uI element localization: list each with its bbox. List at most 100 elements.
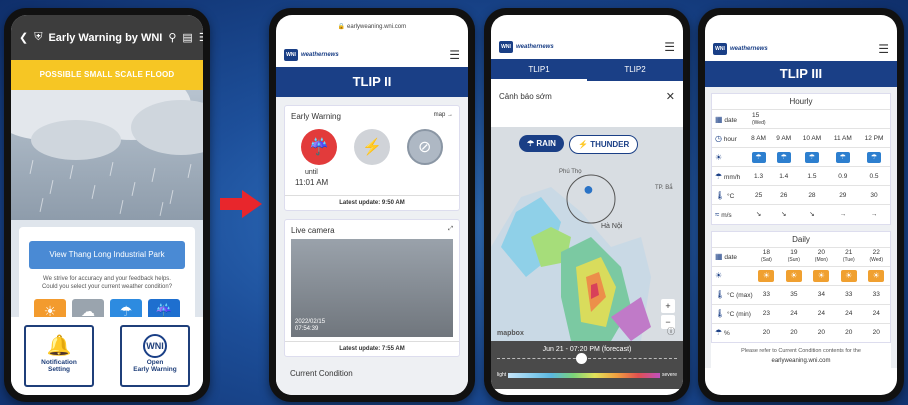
wni-logo-icon: WNI xyxy=(122,333,188,359)
url-bar[interactable]: 🔒 earlyweaning.wni.com xyxy=(276,15,468,43)
hour-row-label: ◷ hour xyxy=(712,128,746,148)
weathernews-logo[interactable]: WNI weathernews xyxy=(499,41,554,53)
menu-icon[interactable]: ☰ xyxy=(664,40,675,54)
place-label: Phú Thọ xyxy=(559,169,582,175)
forecast-body: Hourly ▦ date 15 (Wed) ◷ hour 8 AM 9 AM 1… xyxy=(705,87,897,368)
document-icon[interactable]: ▤ xyxy=(182,31,192,44)
pct-cell: 20 xyxy=(780,322,808,342)
max-row-label: 🌡 °C (max) xyxy=(712,284,753,304)
location-pin-icon: ● xyxy=(583,179,594,199)
sun-cloud-icon: ☀ xyxy=(758,269,775,282)
camera-image[interactable]: 2022/02/15 07:54:39 xyxy=(291,239,453,337)
site-tabs: TLIP1 TLIP2 xyxy=(491,59,683,81)
menu-icon[interactable]: ☰ xyxy=(878,42,889,56)
rain-icon: ☂ xyxy=(751,151,766,163)
bell-icon: 🔔 xyxy=(46,335,72,357)
live-camera-update: Latest update: 7:55 AM xyxy=(285,341,459,356)
weathernews-logo[interactable]: WNI weathernews xyxy=(713,43,768,55)
close-icon[interactable]: ✕ xyxy=(666,90,675,103)
weathernews-logo[interactable]: WNI weathernews xyxy=(284,49,339,61)
notification-setting-button[interactable]: 🔔 Notification Setting xyxy=(24,325,94,387)
pct-cell: 20 xyxy=(752,322,781,342)
app-screen: ❮ ⛨ Early Warning by WNI ⚲ ▤ ☰ POSSIBLE … xyxy=(11,15,203,395)
timeline-slider[interactable] xyxy=(497,353,677,368)
sun-icon: ☀ xyxy=(715,271,723,280)
pct-cell: 20 xyxy=(862,322,890,342)
tab-tlip1[interactable]: TLIP1 xyxy=(491,59,587,81)
place-label: TP. Bắ xyxy=(655,185,673,191)
hour-cell: 11 AM xyxy=(827,128,859,148)
setting-label: Setting xyxy=(47,366,71,373)
timeline-handle[interactable] xyxy=(576,353,588,364)
daily-date: 19 (Sun) xyxy=(780,246,808,266)
umbrella-icon: ☂ xyxy=(715,328,723,338)
temp-cell: 30 xyxy=(858,185,890,205)
max-cell: 33 xyxy=(752,284,781,304)
hour-cell: 10 AM xyxy=(796,128,828,148)
rain-icon: ☂ xyxy=(867,151,882,163)
min-cell: 24 xyxy=(780,303,808,323)
notification-label: Notification xyxy=(41,359,77,366)
info-icon[interactable]: ⓘ xyxy=(667,326,675,337)
search-icon[interactable]: ⚲ xyxy=(168,31,176,44)
app-title: Early Warning by WNI xyxy=(48,31,163,44)
forecast-timeline: Jun 21 - 07:20 PM (forecast) light sever… xyxy=(491,341,683,389)
wind-icon: ≈ xyxy=(715,209,720,219)
expand-icon[interactable]: ⤢ xyxy=(448,226,453,235)
min-cell: 24 xyxy=(862,303,890,323)
phone-early-warning-app: ❮ ⛨ Early Warning by WNI ⚲ ▤ ☰ POSSIBLE … xyxy=(4,8,210,402)
mmh-cell: 1.3 xyxy=(746,166,772,186)
hourly-table: Hourly ▦ date 15 (Wed) ◷ hour 8 AM 9 AM 1… xyxy=(711,93,891,225)
hourly-date: 15 (Wed) xyxy=(746,109,890,129)
back-icon[interactable]: ❮ xyxy=(19,31,28,44)
rain-toggle-button[interactable]: ☂ RAIN xyxy=(519,135,564,152)
thunder-toggle-button[interactable]: ⚡ THUNDER xyxy=(569,135,639,154)
live-camera-heading: Live camera xyxy=(291,226,335,235)
zoom-in-button[interactable]: + xyxy=(661,299,675,313)
sun-icon: ☀ xyxy=(715,152,723,162)
min-cell: 24 xyxy=(807,303,836,323)
page-title: TLIP III xyxy=(705,61,897,87)
min-cell: 23 xyxy=(752,303,781,323)
max-cell: 35 xyxy=(780,284,808,304)
mmh-row-label: ☂ mm/h xyxy=(712,166,746,186)
menu-icon[interactable]: ☰ xyxy=(449,48,460,62)
map-link[interactable]: map → xyxy=(434,112,453,121)
temp-cell: 28 xyxy=(796,185,828,205)
open-early-warning-button[interactable]: WNI Open Early Warning xyxy=(120,325,190,387)
footer-url[interactable]: earlyweaning.wni.com xyxy=(711,356,891,368)
warning-icons: ☔ ⚡ ⊘ xyxy=(285,125,459,169)
mmh-cell: 0.9 xyxy=(827,166,859,186)
view-park-button[interactable]: View Thang Long Industrial Park xyxy=(29,241,185,269)
site-header: WNI weathernews ☰ xyxy=(276,43,468,67)
hour-cell: 8 AM xyxy=(746,128,772,148)
place-label: Hà Nội xyxy=(601,223,623,230)
wind-cell: ↘ xyxy=(771,204,797,224)
max-cell: 34 xyxy=(807,284,836,304)
mapbox-logo: mapbox xyxy=(497,330,524,337)
phone-tlip3: WNI weathernews ☰ TLIP III Hourly ▦ date … xyxy=(698,8,904,402)
rain-radar-overlay xyxy=(491,174,651,341)
until-label: until xyxy=(305,169,318,176)
menu-icon[interactable]: ☰ xyxy=(199,31,203,44)
sun-cloud-icon: ☀ xyxy=(868,269,885,282)
site-header: WNI weathernews ☰ xyxy=(705,37,897,61)
legend-scale xyxy=(508,372,660,378)
early-warning-update: Latest update: 9:50 AM xyxy=(285,195,459,210)
pct-cell: 20 xyxy=(807,322,836,342)
phone-tlip2: 🔒 earlyweaning.wni.com WNI weathernews ☰ … xyxy=(269,8,475,402)
radar-map[interactable]: ☂ RAIN ⚡ THUNDER ● Phú Thọ Hà Nội TP. Bắ… xyxy=(491,127,683,341)
sun-cloud-icon: ☀ xyxy=(785,269,802,282)
feedback-text-1: We strive for accuracy and your feedback… xyxy=(43,276,171,282)
tlip3-screen: WNI weathernews ☰ TLIP III Hourly ▦ date … xyxy=(705,15,897,395)
temp-row-label: 🌡 °C xyxy=(712,185,746,205)
flood-banner: POSSIBLE SMALL SCALE FLOOD xyxy=(11,60,203,90)
hourly-heading: Hourly xyxy=(789,97,813,106)
tab-tlip2[interactable]: TLIP2 xyxy=(587,59,683,81)
daily-table: Daily ▦ date 18 (Sat) 19 (Sun) 20 (Mon) 21(… xyxy=(711,230,891,343)
mmh-cell: 0.5 xyxy=(858,166,890,186)
map-screen: WNI weathernews ☰ TLIP1 TLIP2 Cảnh báo sớ… xyxy=(491,15,683,395)
date-row-label: ▦ date xyxy=(712,109,746,129)
red-arrow-icon xyxy=(220,190,262,218)
alert-title: Cảnh báo sớm xyxy=(499,91,552,101)
